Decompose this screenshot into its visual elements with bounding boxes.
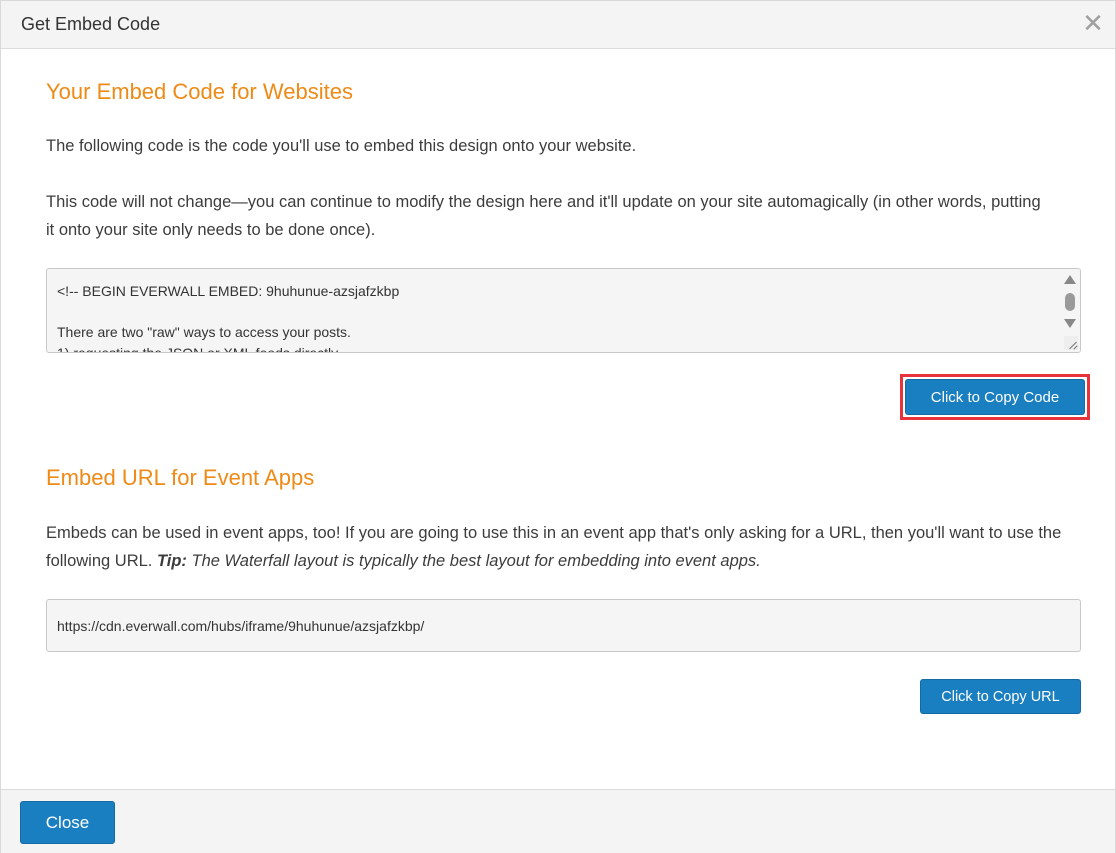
close-button[interactable]: Close	[20, 801, 115, 844]
resize-grip-icon[interactable]	[1064, 336, 1078, 350]
scroll-up-arrow-icon[interactable]	[1064, 275, 1076, 284]
copy-url-button[interactable]: Click to Copy URL	[920, 679, 1081, 714]
tip-label: Tip:	[156, 552, 187, 570]
embed-code-heading: Your Embed Code for Websites	[46, 79, 353, 104]
close-icon[interactable]: ✕	[1081, 9, 1105, 37]
scroll-down-arrow-icon[interactable]	[1064, 319, 1076, 328]
embed-code-textarea[interactable]: <!-- BEGIN EVERWALL EMBED: 9huhunue-azsj…	[46, 268, 1081, 353]
embed-url-input[interactable]	[46, 599, 1081, 652]
code-line: 1) requesting the JSON or XML feeds dire…	[57, 344, 339, 353]
copy-code-button[interactable]: Click to Copy Code	[905, 379, 1085, 415]
event-apps-text: Embeds can be used in event apps, too! I…	[46, 519, 1076, 575]
tip-text: The Waterfall layout is typically the be…	[186, 552, 761, 570]
code-line: <!-- BEGIN EVERWALL EMBED: 9huhunue-azsj…	[57, 283, 400, 299]
embed-intro-text: The following code is the code you'll us…	[46, 137, 637, 155]
dialog-footer: Close	[1, 789, 1115, 853]
event-apps-heading: Embed URL for Event Apps	[46, 465, 315, 490]
scroll-thumb[interactable]	[1065, 293, 1075, 311]
embed-code-dialog: Get Embed Code ✕ Your Embed Code for Web…	[0, 0, 1116, 853]
dialog-header: Get Embed Code ✕	[1, 1, 1115, 49]
embed-note-text: This code will not change—you can contin…	[46, 193, 1041, 239]
code-line: There are two "raw" ways to access your …	[57, 324, 351, 340]
dialog-title: Get Embed Code	[21, 14, 161, 34]
embed-code-content: <!-- BEGIN EVERWALL EMBED: 9huhunue-azsj…	[57, 281, 1047, 353]
